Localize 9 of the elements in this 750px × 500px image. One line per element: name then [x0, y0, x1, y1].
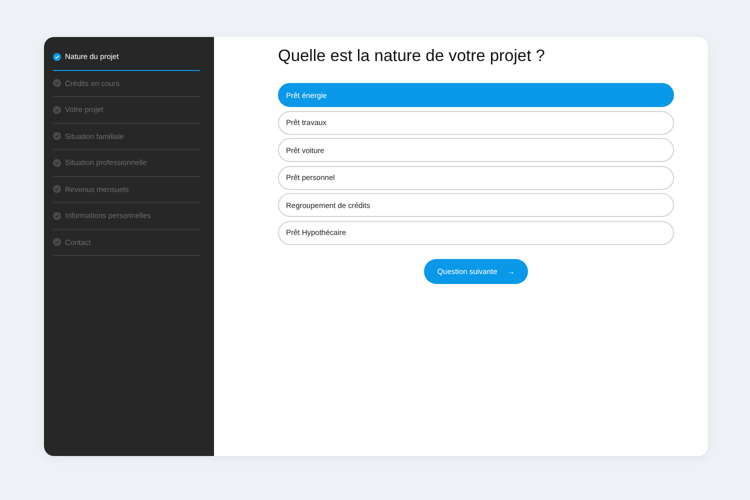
- check-icon: [53, 132, 61, 140]
- check-icon: [53, 212, 61, 220]
- check-icon: [53, 79, 61, 88]
- check-icon: [53, 52, 61, 61]
- check-icon: [53, 238, 61, 246]
- check-icon: [53, 158, 61, 167]
- question-title: Quelle est la nature de votre projet ?: [278, 47, 546, 66]
- check-icon: [53, 106, 61, 114]
- check-icon: [53, 185, 61, 194]
